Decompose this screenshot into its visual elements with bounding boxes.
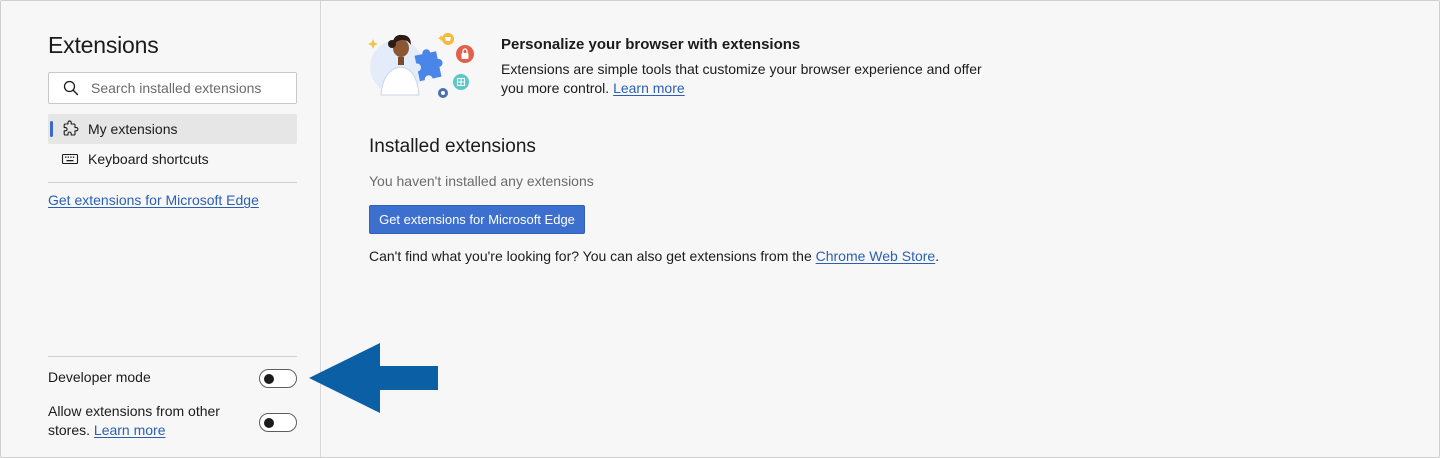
sidebar-item-label: Keyboard shortcuts [88,151,209,167]
toggle-knob [264,418,274,428]
extensions-page: Extensions My extensions [0,0,1440,458]
hero-learn-more-link[interactable]: Learn more [613,80,685,96]
sidebar: Extensions My extensions [1,1,321,457]
sidebar-item-my-extensions[interactable]: My extensions [48,114,297,144]
other-stores-learn-more-link[interactable]: Learn more [94,422,166,438]
search-input[interactable] [91,74,281,102]
developer-mode-toggle[interactable] [259,369,297,388]
cant-find-suffix: . [935,248,940,264]
sidebar-item-keyboard-shortcuts[interactable]: Keyboard shortcuts [48,144,297,174]
cant-find-prefix: Can't find what you're looking for? You … [369,248,812,264]
other-stores-label: Allow extensions from other stores. Lear… [48,402,248,440]
get-extensions-button[interactable]: Get extensions for Microsoft Edge [369,205,585,234]
get-extensions-link[interactable]: Get extensions for Microsoft Edge [48,192,259,208]
hero-description-text: Extensions are simple tools that customi… [501,61,982,96]
developer-mode-label: Developer mode [48,369,151,385]
sidebar-title: Extensions [48,32,159,58]
arrow-annotation-icon [309,343,438,413]
hero-title: Personalize your browser with extensions [501,36,801,53]
other-stores-toggle[interactable] [259,413,297,432]
divider [48,356,297,357]
empty-state-text: You haven't installed any extensions [369,173,594,189]
search-icon [63,80,79,96]
divider [48,182,297,183]
active-indicator [50,121,53,137]
keyboard-icon [61,150,79,168]
alternative-store-text: Can't find what you're looking for? You … [369,248,939,264]
toggle-knob [264,374,274,384]
hero-description: Extensions are simple tools that customi… [501,60,991,98]
extensions-illustration-icon [368,33,474,98]
installed-extensions-heading: Installed extensions [369,136,536,157]
chrome-web-store-link[interactable]: Chrome Web Store [816,248,936,264]
puzzle-icon [61,120,79,138]
search-box[interactable] [48,72,297,104]
sidebar-item-label: My extensions [88,121,178,137]
